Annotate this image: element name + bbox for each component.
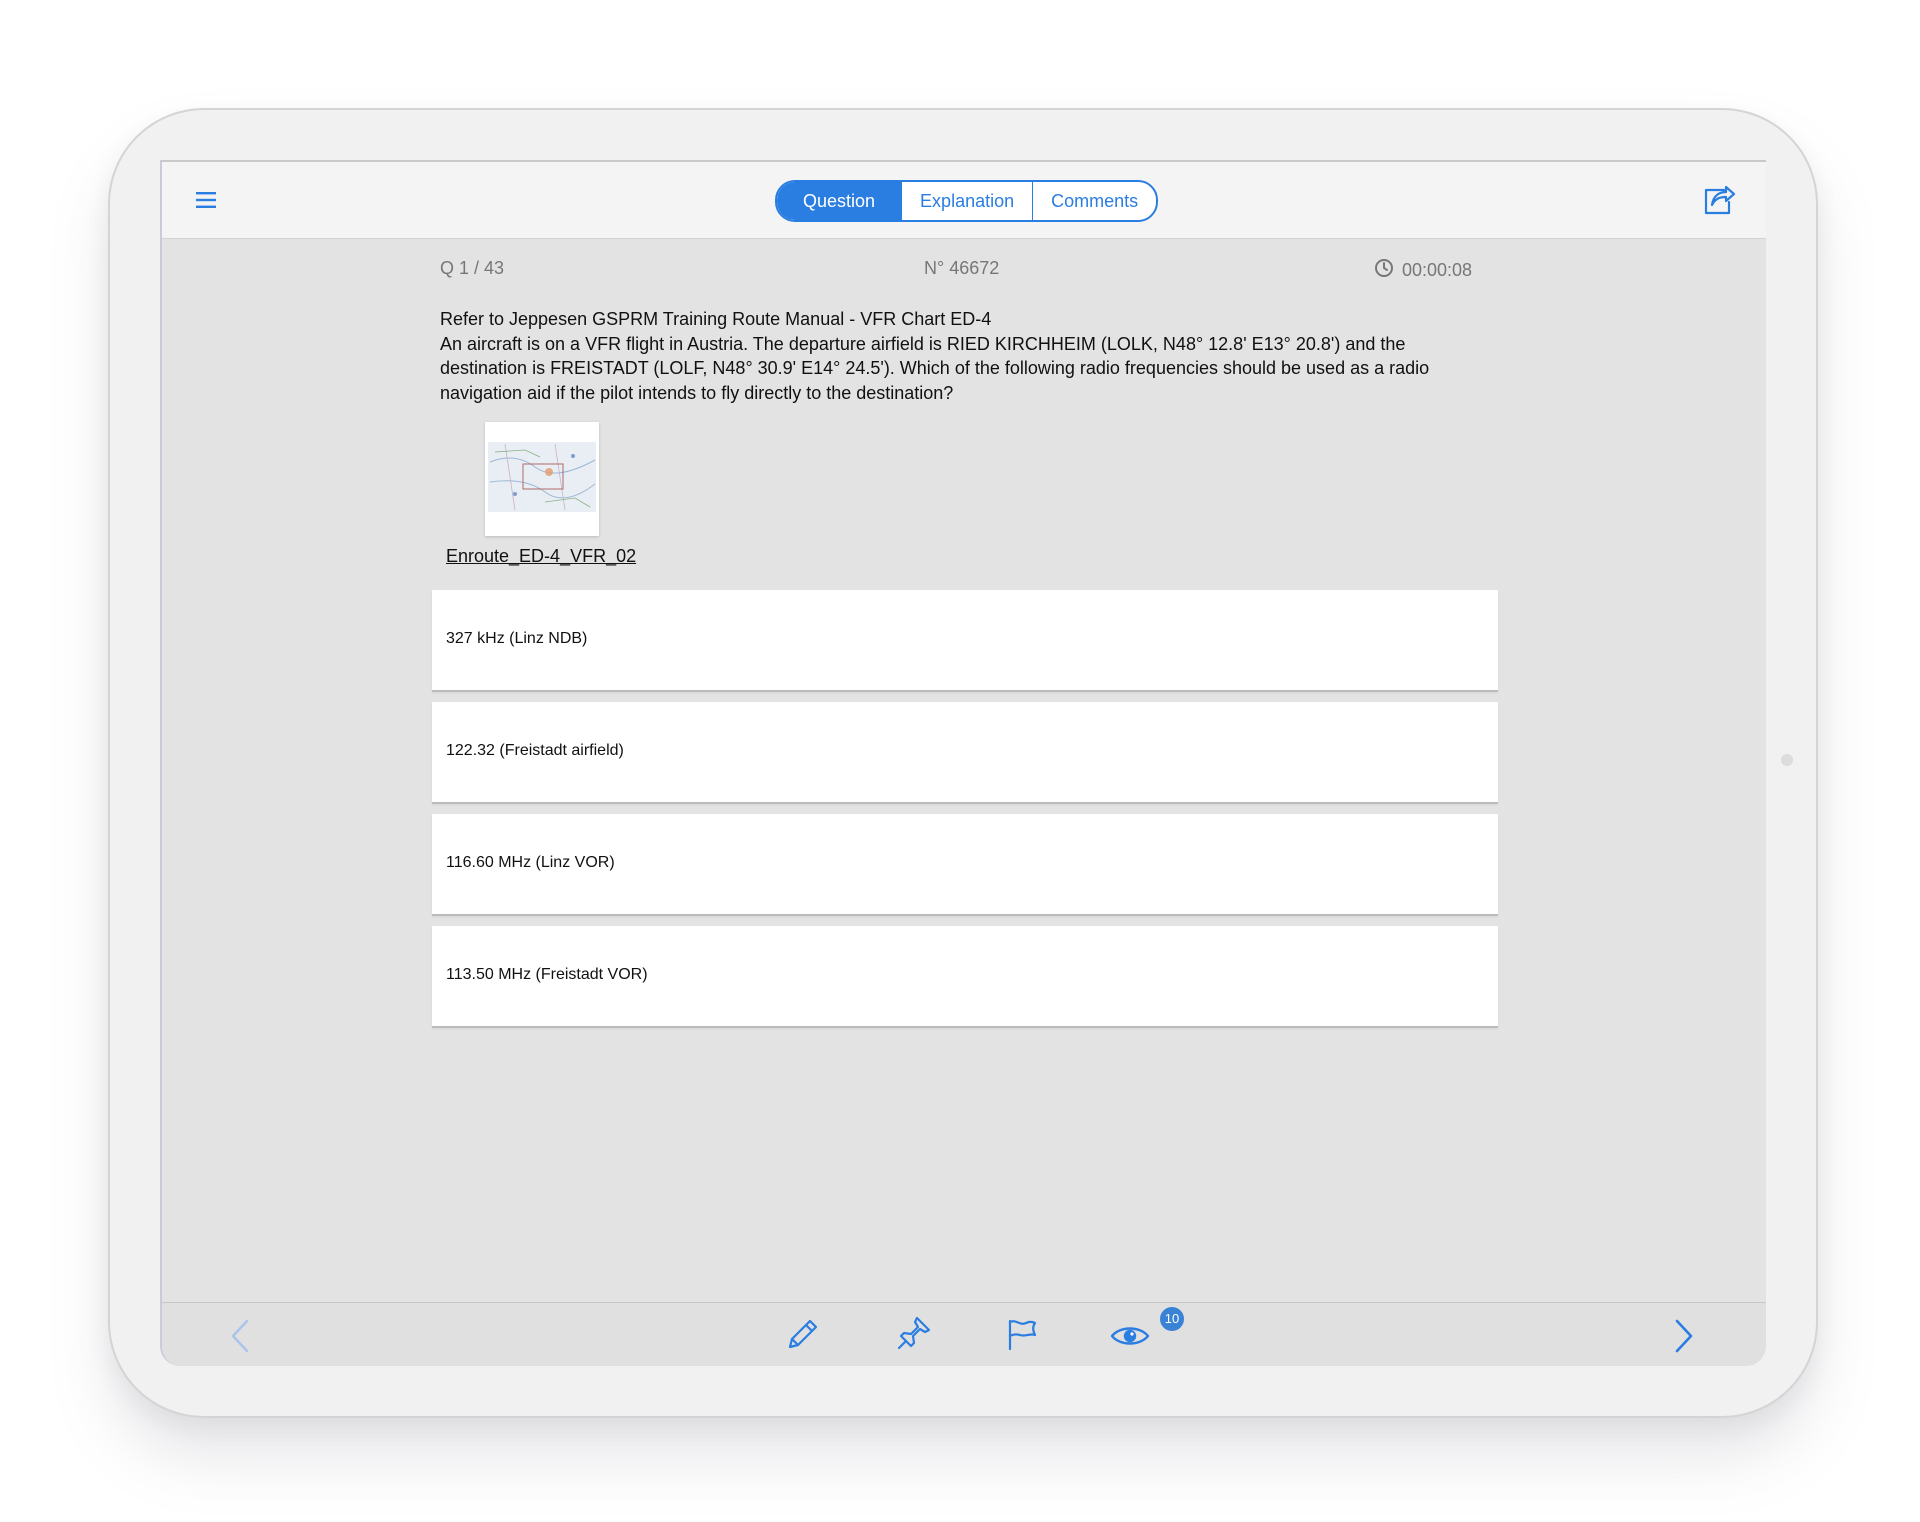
view-tabs: Question Explanation Comments bbox=[775, 180, 1159, 222]
answer-option-d[interactable]: 113.50 MHz (Freistadt VOR) bbox=[432, 926, 1498, 1028]
answer-text: 122.32 (Freistadt airfield) bbox=[446, 742, 624, 759]
pencil-icon[interactable] bbox=[786, 1317, 818, 1356]
tab-comments[interactable]: Comments bbox=[1033, 182, 1156, 220]
attachment-link[interactable]: Enroute_ED-4_VFR_02 bbox=[446, 546, 636, 567]
share-icon[interactable] bbox=[1702, 184, 1736, 216]
answer-text: 327 kHz (Linz NDB) bbox=[446, 630, 588, 647]
clock-icon bbox=[1374, 258, 1394, 283]
question-text: Refer to Jeppesen GSPRM Training Route M… bbox=[440, 307, 1500, 405]
bottom-toolbar bbox=[162, 1302, 1766, 1366]
answer-option-a[interactable]: 327 kHz (Linz NDB) bbox=[432, 590, 1498, 692]
device-side-button bbox=[1781, 754, 1793, 766]
eye-icon[interactable] bbox=[1110, 1323, 1150, 1354]
app-screen: Question Explanation Comments Q 1 / 43 N… bbox=[160, 160, 1766, 1366]
next-chevron-icon[interactable] bbox=[1674, 1319, 1694, 1358]
question-number: N° 46672 bbox=[924, 258, 1000, 278]
question-line: navigation aid if the pilot intends to f… bbox=[440, 382, 954, 403]
answer-option-c[interactable]: 116.60 MHz (Linz VOR) bbox=[432, 814, 1498, 916]
tab-question[interactable]: Question bbox=[777, 182, 903, 220]
answer-text: 113.50 MHz (Freistadt VOR) bbox=[446, 966, 648, 983]
answer-text: 116.60 MHz (Linz VOR) bbox=[446, 854, 615, 871]
flag-icon[interactable] bbox=[1006, 1317, 1038, 1356]
pin-icon[interactable] bbox=[896, 1315, 932, 1356]
menu-icon[interactable] bbox=[196, 190, 216, 210]
chart-thumbnail[interactable] bbox=[485, 422, 599, 536]
top-bar: Question Explanation Comments bbox=[162, 160, 1766, 239]
question-line: destination is FREISTADT (LOLF, N48° 30.… bbox=[440, 358, 1430, 378]
views-count-badge: 10 bbox=[1158, 1305, 1186, 1333]
tab-explanation[interactable]: Explanation bbox=[902, 182, 1034, 220]
timer-value: 00:00:08 bbox=[1402, 260, 1473, 280]
timer: 00:00:08 bbox=[1374, 258, 1472, 283]
question-line: An aircraft is on a VFR flight in Austri… bbox=[440, 333, 1406, 354]
question-line: Refer to Jeppesen GSPRM Training Route M… bbox=[440, 309, 992, 329]
prev-chevron-icon[interactable] bbox=[230, 1319, 250, 1358]
answer-option-b[interactable]: 122.32 (Freistadt airfield) bbox=[432, 702, 1498, 804]
question-counter: Q 1 / 43 bbox=[440, 258, 505, 278]
